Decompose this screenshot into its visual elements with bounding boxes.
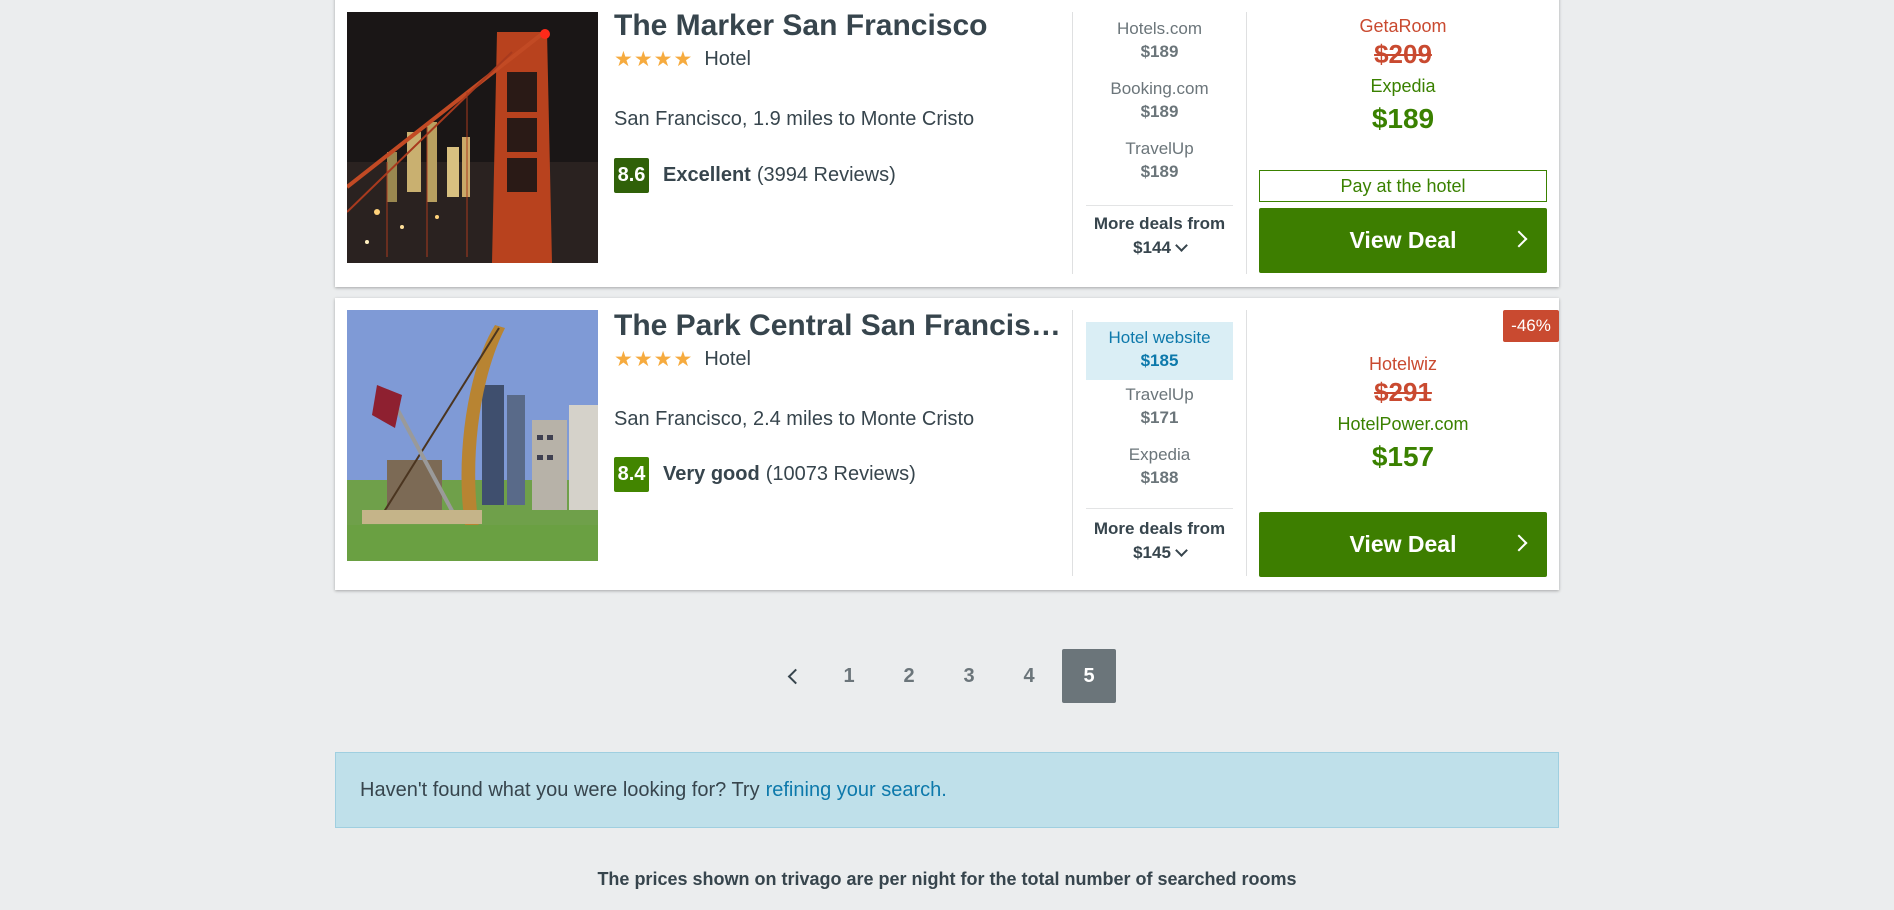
original-provider: Hotelwiz [1368, 354, 1438, 374]
more-deals-price: $145 [1133, 543, 1171, 562]
chevron-left-icon [787, 668, 803, 684]
page-5-button-current[interactable]: 5 [1062, 649, 1116, 703]
hotel-class-row: ★ ★ ★ ★ Hotel [614, 348, 751, 371]
golden-gate-night-photo [347, 12, 598, 263]
refine-search-link[interactable]: refining your search. [766, 779, 947, 802]
cupid-span-sculpture-photo [347, 310, 598, 561]
deal-provider: TravelUp [1125, 385, 1194, 404]
hotel-name[interactable]: The Park Central San Francisco [614, 309, 1064, 343]
star-icon: ★ [673, 348, 693, 371]
star-icon: ★ [614, 348, 633, 371]
rating-block[interactable]: 8.4 Very good (10073 Reviews) [614, 457, 916, 492]
deal-provider: Hotels.com [1116, 19, 1203, 38]
deal-provider: Expedia [1128, 445, 1191, 464]
original-provider: GetaRoom [1359, 16, 1447, 36]
hotel-type: Hotel [704, 48, 752, 70]
hotel-location[interactable]: San Francisco, 1.9 miles to Monte Cristo [614, 108, 974, 131]
deal-item[interactable]: Expedia $188 [1086, 442, 1233, 502]
more-deals-toggle[interactable]: More deals from $144 [1086, 214, 1233, 258]
deal-list: Hotels.com $189 Booking.com $189 TravelU… [1086, 16, 1233, 196]
deal-price: $171 [1140, 408, 1179, 427]
more-deals-label: More deals from [1093, 519, 1226, 538]
view-deal-button[interactable]: View Deal [1259, 512, 1547, 577]
best-price: $157 [1371, 441, 1435, 472]
deal-item[interactable]: TravelUp $189 [1086, 136, 1233, 196]
star-icon: ★ [633, 48, 653, 71]
more-deals-label: More deals from [1093, 214, 1226, 233]
rating-score: 8.6 [614, 158, 649, 193]
refine-search-notice: Haven't found what you were looking for?… [335, 752, 1559, 828]
page-3-button[interactable]: 3 [942, 649, 996, 703]
review-count: (3994 Reviews) [756, 164, 896, 186]
discount-badge: -46% [1503, 310, 1559, 342]
divider [1072, 12, 1073, 274]
hotel-photo[interactable] [347, 12, 598, 263]
chevron-right-icon [1510, 230, 1528, 248]
star-icon: ★ [653, 48, 673, 71]
deal-price: $189 [1140, 102, 1179, 121]
star-rating: ★ ★ ★ ★ [614, 349, 692, 370]
view-deal-label: View Deal [1349, 531, 1457, 557]
more-deals-toggle[interactable]: More deals from $145 [1086, 519, 1233, 563]
hotel-card: The Park Central San Francisco ★ ★ ★ ★ H… [335, 298, 1559, 590]
pay-at-hotel-badge: Pay at the hotel [1259, 170, 1547, 202]
deal-item-highlighted[interactable]: Hotel website $185 [1086, 322, 1233, 380]
deal-list: Hotel website $185 TravelUp $171 Expedia… [1086, 322, 1233, 502]
divider [1086, 205, 1233, 206]
best-deal: Hotelwiz $291 HotelPower.com $157 [1259, 354, 1547, 473]
review-count: (10073 Reviews) [765, 463, 916, 485]
star-rating: ★ ★ ★ ★ [614, 49, 692, 70]
original-price: $291 [1374, 377, 1432, 407]
deal-provider: TravelUp [1125, 139, 1194, 158]
pagination: 1 2 3 4 5 [768, 649, 1116, 703]
divider [1072, 310, 1073, 576]
deal-item[interactable]: Booking.com $189 [1086, 76, 1233, 136]
divider [1246, 12, 1247, 274]
rating-label: Very good [663, 463, 760, 485]
chevron-right-icon [1510, 534, 1528, 552]
best-deal: GetaRoom $209 Expedia $189 [1259, 16, 1547, 135]
star-icon: ★ [673, 48, 693, 71]
best-price: $189 [1371, 103, 1435, 134]
best-provider: Expedia [1370, 76, 1436, 96]
deal-price: $189 [1140, 162, 1179, 181]
notice-text: Haven't found what you were looking for?… [360, 778, 760, 801]
rating-label: Excellent [663, 164, 751, 186]
previous-page-button[interactable] [768, 649, 816, 703]
view-deal-label: View Deal [1349, 227, 1457, 253]
divider [1246, 310, 1247, 576]
star-icon: ★ [633, 348, 653, 371]
rating-score: 8.4 [614, 457, 649, 492]
hotel-location[interactable]: San Francisco, 2.4 miles to Monte Cristo [614, 408, 974, 431]
chevron-down-icon [1175, 239, 1188, 252]
rating-block[interactable]: 8.6 Excellent (3994 Reviews) [614, 158, 896, 193]
hotel-card: The Marker San Francisco ★ ★ ★ ★ Hotel S… [335, 0, 1559, 287]
deal-item[interactable]: Hotels.com $189 [1086, 16, 1233, 76]
view-deal-button[interactable]: View Deal [1259, 208, 1547, 273]
deal-price: $185 [1140, 351, 1179, 370]
chevron-down-icon [1175, 544, 1188, 557]
star-icon: ★ [653, 348, 673, 371]
hotel-type: Hotel [704, 348, 752, 370]
more-deals-price: $144 [1133, 238, 1171, 257]
best-provider: HotelPower.com [1337, 414, 1469, 434]
hotel-name[interactable]: The Marker San Francisco [614, 9, 1064, 43]
page-2-button[interactable]: 2 [882, 649, 936, 703]
deal-price: $189 [1140, 42, 1179, 61]
page-1-button[interactable]: 1 [822, 649, 876, 703]
deal-item[interactable]: TravelUp $171 [1086, 382, 1233, 442]
divider [1086, 508, 1233, 509]
deal-price: $188 [1140, 468, 1179, 487]
original-price: $209 [1374, 39, 1432, 69]
deal-provider: Hotel website [1108, 328, 1211, 347]
page-4-button[interactable]: 4 [1002, 649, 1056, 703]
hotel-photo[interactable] [347, 310, 598, 561]
star-icon: ★ [614, 48, 633, 71]
hotel-class-row: ★ ★ ★ ★ Hotel [614, 48, 751, 71]
deal-provider: Booking.com [1110, 79, 1209, 98]
price-disclaimer: The prices shown on trivago are per nigh… [597, 869, 1297, 889]
